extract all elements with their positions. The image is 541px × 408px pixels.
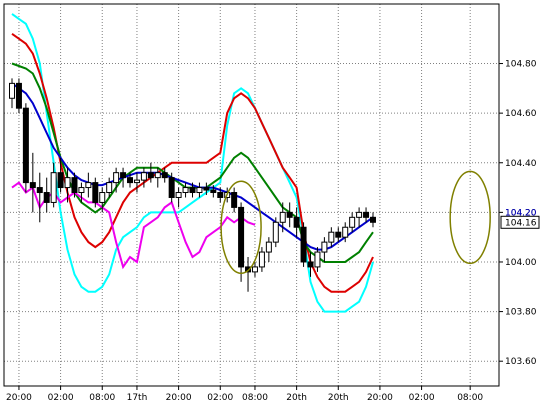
- x-tick-label: 20:00: [166, 393, 192, 403]
- candle-body: [210, 189, 217, 194]
- candle-body: [127, 177, 134, 184]
- candle-body: [71, 177, 78, 194]
- candle-body: [217, 192, 224, 198]
- candle-body: [279, 211, 286, 223]
- candle-body: [78, 187, 85, 194]
- candle-body: [140, 172, 147, 181]
- candle-body: [99, 192, 106, 203]
- x-tick-label: 20:00: [367, 393, 393, 403]
- y-tick-label: 103.80: [505, 308, 537, 318]
- candle-body: [50, 172, 57, 203]
- x-tick-label: 20:00: [6, 393, 32, 403]
- x-tick-label: 20th: [286, 393, 307, 403]
- candle-body: [57, 172, 64, 189]
- y-tick-label: 104.00: [505, 258, 537, 268]
- candle-body: [168, 177, 175, 198]
- x-tick-label: 02:00: [48, 393, 74, 403]
- candle-body: [85, 182, 92, 189]
- candle-body: [356, 211, 363, 218]
- candle-body: [335, 231, 342, 238]
- candle-body: [342, 226, 349, 238]
- candle-body: [203, 187, 210, 191]
- x-tick-label: 02:00: [409, 393, 435, 403]
- candle-body: [272, 221, 279, 243]
- candle-body: [321, 241, 328, 253]
- candle-body: [29, 182, 36, 189]
- candle-body: [22, 107, 29, 184]
- candle-body: [258, 251, 265, 268]
- candle-body: [120, 172, 127, 179]
- x-tick-label: 08:00: [457, 393, 483, 403]
- candle-body: [300, 226, 307, 263]
- candle-body: [307, 261, 314, 268]
- candle-body: [133, 179, 140, 184]
- price-box: 104.20104.16: [500, 208, 540, 229]
- candle-body: [369, 216, 376, 223]
- candle-body: [238, 206, 245, 268]
- candle-body: [189, 187, 196, 194]
- candle-body: [265, 241, 272, 253]
- candle-body: [231, 192, 238, 208]
- y-tick-label: 104.40: [505, 159, 537, 169]
- y-tick-label: 103.60: [505, 357, 537, 367]
- x-tick-label: 08:00: [89, 393, 115, 403]
- candle-body: [36, 187, 43, 194]
- candle-body: [154, 172, 161, 179]
- candle-body: [293, 216, 300, 228]
- candle-body: [286, 211, 293, 218]
- candle-body: [43, 192, 50, 203]
- candle-body: [251, 266, 258, 273]
- candle-body: [64, 177, 71, 189]
- x-tick-label: 02:00: [207, 393, 233, 403]
- candle-body: [196, 187, 203, 194]
- y-tick-label: 104.60: [505, 109, 537, 119]
- y-tick-label: 104.80: [505, 60, 537, 70]
- candle-body: [314, 251, 321, 268]
- candle-body: [161, 172, 168, 179]
- candle-body: [9, 82, 15, 99]
- candle-body: [113, 172, 120, 184]
- candle-body: [106, 182, 113, 194]
- x-tick-label: 08:00: [242, 393, 268, 403]
- last-price-label: 104.16: [505, 218, 537, 228]
- x-tick-label: 17th: [127, 393, 148, 403]
- plot-background: [0, 0, 541, 408]
- candle-body: [349, 216, 356, 228]
- candle-body: [175, 192, 182, 198]
- candle-body: [147, 172, 154, 179]
- price-chart: 104.80104.60104.40104.20104.00103.80103.…: [0, 0, 541, 408]
- candle-body: [15, 82, 22, 109]
- candle-body: [328, 231, 335, 243]
- x-tick-label: 20th: [328, 393, 349, 403]
- candle-body: [363, 211, 370, 218]
- candle-body: [182, 187, 189, 194]
- candle-body: [92, 182, 99, 203]
